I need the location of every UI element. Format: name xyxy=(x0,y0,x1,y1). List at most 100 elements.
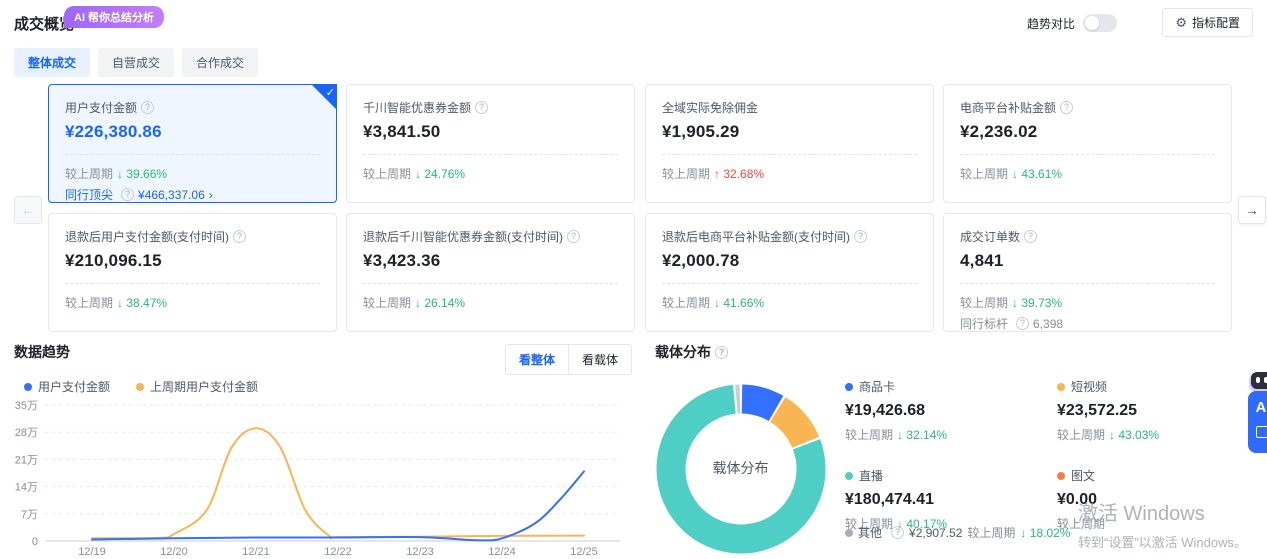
document-icon xyxy=(1256,426,1267,438)
divider xyxy=(363,154,618,155)
svg-text:12/25: 12/25 xyxy=(570,546,598,558)
benchmark-link[interactable]: 同行顶尖?¥466,337.06› xyxy=(65,186,320,203)
metric-value: ¥3,841.50 xyxy=(363,122,618,142)
donut-center-label: 载体分布 xyxy=(678,458,803,478)
arrow-down-icon: ↓ xyxy=(1012,296,1018,310)
svg-text:12/24: 12/24 xyxy=(488,546,516,558)
stat-value: ¥23,572.25 xyxy=(1057,402,1267,420)
robot-icon xyxy=(1251,372,1267,389)
tab-overall[interactable]: 整体成交 xyxy=(14,48,90,77)
carrier-stats: 商品卡 ¥19,426.68 较上周期↓ 32.14% 短视频 ¥23,572.… xyxy=(845,378,1265,532)
legend-dot xyxy=(1057,472,1065,480)
svg-text:12/19: 12/19 xyxy=(78,546,106,558)
info-icon[interactable]: ? xyxy=(141,101,154,114)
metric-title: 千川智能优惠券金额 xyxy=(363,99,471,116)
arrow-down-icon: ↓ xyxy=(897,428,903,442)
stat-short-video: 短视频 ¥23,572.25 较上周期↓ 43.03% xyxy=(1057,378,1267,443)
metric-card-subsidy-after-refund[interactable]: 退款后电商平台补贴金额(支付时间)? ¥2,000.78 较上周期↓ 41.66… xyxy=(645,213,934,332)
info-icon[interactable]: ? xyxy=(715,346,728,359)
metric-card-qianchuan-coupon[interactable]: 千川智能优惠券金额? ¥3,841.50 较上周期↓ 24.76% xyxy=(346,84,635,203)
metric-title: 全域实际免除佣金 xyxy=(662,99,758,116)
arrow-down-icon: ↓ xyxy=(415,167,421,181)
divider xyxy=(65,283,320,284)
metric-title: 电商平台补贴金额 xyxy=(960,99,1056,116)
legend-dot xyxy=(845,383,853,391)
trend-view-switcher: 看整体 看载体 xyxy=(505,344,632,375)
tab-cooperation[interactable]: 合作成交 xyxy=(182,48,258,77)
ai-summary-badge[interactable]: AI 帮你总结分析 xyxy=(64,6,164,28)
metric-config-button[interactable]: ⚙ 指标配置 xyxy=(1162,8,1253,37)
divider xyxy=(65,154,320,155)
metric-value: ¥210,096.15 xyxy=(65,251,320,271)
metric-title: 退款后用户支付金额(支付时间) xyxy=(65,228,229,245)
arrow-up-icon: ↑ xyxy=(714,167,720,181)
arrow-left-icon: ← xyxy=(21,202,35,218)
info-icon[interactable]: ? xyxy=(854,230,867,243)
arrow-down-icon: ↓ xyxy=(117,167,123,181)
stat-image-text: 图文 ¥0.00 较上周期 xyxy=(1057,467,1267,532)
metric-value: ¥3,423.36 xyxy=(363,251,618,271)
divider xyxy=(363,283,618,284)
metric-card-platform-subsidy[interactable]: 电商平台补贴金额? ¥2,236.02 较上周期↓ 43.61% xyxy=(943,84,1232,203)
cards-next-button[interactable]: → xyxy=(1238,196,1266,224)
svg-text:28万: 28万 xyxy=(15,427,38,439)
svg-text:12/23: 12/23 xyxy=(406,546,434,558)
info-icon[interactable]: ? xyxy=(1060,101,1073,114)
ai-assistant-widget[interactable]: AI xyxy=(1248,372,1267,453)
arrow-down-icon: ↓ xyxy=(714,296,720,310)
legend-dot xyxy=(1057,383,1065,391)
metric-title: 退款后电商平台补贴金额(支付时间) xyxy=(662,228,850,245)
metric-title: 用户支付金额 xyxy=(65,99,137,116)
metric-title: 退款后千川智能优惠券金额(支付时间) xyxy=(363,228,563,245)
legend-dot-blue xyxy=(24,383,32,391)
metric-value: ¥1,905.29 xyxy=(662,122,917,142)
arrow-down-icon: ↓ xyxy=(1020,526,1026,540)
metric-card-user-payment-after-refund[interactable]: 退款后用户支付金额(支付时间)? ¥210,096.15 较上周期↓ 38.47… xyxy=(48,213,337,332)
legend-dot-orange xyxy=(136,383,144,391)
chevron-right-icon: › xyxy=(209,188,213,202)
metric-value: ¥226,380.86 xyxy=(65,122,320,142)
check-icon: ✓ xyxy=(326,86,335,99)
info-icon[interactable]: ? xyxy=(1024,230,1037,243)
svg-text:12/22: 12/22 xyxy=(324,546,352,558)
tab-self-operated[interactable]: 自营成交 xyxy=(98,48,174,77)
metric-card-coupon-after-refund[interactable]: 退款后千川智能优惠券金额(支付时间)? ¥3,423.36 较上周期↓ 26.1… xyxy=(346,213,635,332)
metric-card-user-payment[interactable]: ✓ 用户支付金额? ¥226,380.86 较上周期↓ 39.66% 同行顶尖?… xyxy=(48,84,337,203)
svg-text:21万: 21万 xyxy=(15,454,38,466)
transaction-overview-page: 成交概览 AI 帮你总结分析 趋势对比 ⚙ 指标配置 整体成交 自营成交 合作成… xyxy=(0,0,1267,559)
stat-value: ¥180,474.41 xyxy=(845,491,1057,509)
cards-prev-button[interactable]: ← xyxy=(14,196,42,224)
trend-line-chart[interactable]: 07万14万21万28万35万12/1912/2012/2112/2212/23… xyxy=(0,393,635,559)
stat-other: 其他? ¥2,907.52 较上周期 ↓ 18.02% xyxy=(845,524,1070,541)
arrow-right-icon: → xyxy=(1245,202,1259,218)
info-icon[interactable]: ? xyxy=(233,230,246,243)
info-icon[interactable]: ? xyxy=(121,188,134,201)
stat-value: ¥19,426.68 xyxy=(845,402,1057,420)
svg-text:14万: 14万 xyxy=(15,482,38,494)
view-overall-button[interactable]: 看整体 xyxy=(506,345,568,374)
metric-card-commission-waived[interactable]: 全域实际免除佣金 ¥1,905.29 较上周期↑ 32.68% xyxy=(645,84,934,203)
stat-value: ¥0.00 xyxy=(1057,491,1267,509)
info-icon[interactable]: ? xyxy=(475,101,488,114)
trend-compare-toggle[interactable] xyxy=(1083,14,1117,32)
svg-text:0: 0 xyxy=(32,536,38,548)
legend-dot xyxy=(845,529,853,537)
info-icon[interactable]: ? xyxy=(567,230,580,243)
metric-value: ¥2,000.78 xyxy=(662,251,917,271)
info-icon[interactable]: ? xyxy=(891,526,904,539)
toggle-knob xyxy=(1085,16,1099,30)
arrow-down-icon: ↓ xyxy=(117,296,123,310)
carrier-section-title: 载体分布 xyxy=(655,342,711,362)
divider xyxy=(662,283,917,284)
svg-text:12/20: 12/20 xyxy=(160,546,188,558)
arrow-down-icon: ↓ xyxy=(1012,167,1018,181)
trend-section-title: 数据趋势 xyxy=(14,342,70,362)
info-icon[interactable]: ? xyxy=(1016,317,1029,330)
legend-dot xyxy=(845,472,853,480)
view-carrier-button[interactable]: 看载体 xyxy=(568,345,631,374)
divider xyxy=(960,154,1215,155)
gear-icon: ⚙ xyxy=(1175,15,1187,31)
stat-product-card: 商品卡 ¥19,426.68 较上周期↓ 32.14% xyxy=(845,378,1057,443)
arrow-down-icon: ↓ xyxy=(415,296,421,310)
metric-card-order-count[interactable]: 成交订单数? 4,841 较上周期↓ 39.73% 同行标杆?6,398 xyxy=(943,213,1232,332)
